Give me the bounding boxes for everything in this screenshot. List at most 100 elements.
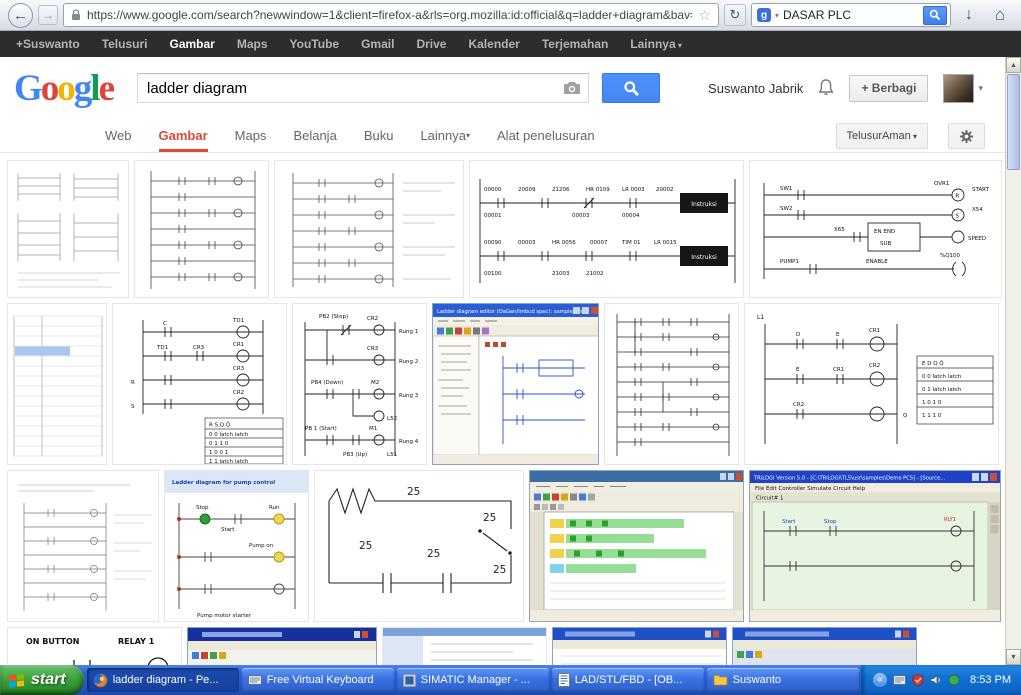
safesearch-button[interactable]: TelusurAman	[835, 123, 928, 149]
diagram-label: CR2	[233, 390, 244, 396]
diagram-label: 25	[493, 564, 506, 576]
gbar-item-kalender[interactable]: Kalender	[468, 37, 519, 51]
diagram-label: L1	[757, 314, 764, 321]
scroll-up-button[interactable]	[1006, 57, 1021, 73]
image-result[interactable]: C TD1 TD1 CR3 CR1 R CR3 S CR2 R S Q Q̄ 0…	[112, 303, 287, 465]
diagram-label: CR3	[233, 366, 245, 372]
gbar-item-telusuri[interactable]: Telusuri	[102, 37, 148, 51]
thumbnail-art	[553, 628, 726, 667]
image-result[interactable]: Ladder diagram for pump control Stop Run…	[164, 470, 309, 622]
image-result[interactable]: SW1 SW2 OVR1 START R X54 S EN END SUB X6…	[749, 160, 1002, 298]
bookmark-star-icon[interactable]	[698, 8, 711, 22]
task-firefox[interactable]: ladder diagram - Pe...	[86, 668, 239, 692]
image-result[interactable]: 25 25 25 25 25	[314, 470, 524, 622]
results-row-3: Ladder diagram for pump control Stop Run…	[7, 470, 1005, 622]
downloads-button[interactable]	[956, 2, 982, 28]
diagram-label: Instruksi	[691, 201, 717, 208]
browser-search-value[interactable]: DASAR PLC	[783, 8, 919, 22]
forward-button[interactable]	[38, 5, 58, 25]
image-result[interactable]: ON BUTTON RELAY 1	[7, 627, 182, 667]
image-result[interactable]	[274, 160, 464, 298]
antivirus-tray-icon[interactable]	[912, 674, 924, 686]
image-result[interactable]	[529, 470, 744, 622]
diagram-label: CR2	[793, 402, 804, 408]
diagram-label: CR3	[193, 345, 205, 351]
settings-button[interactable]	[948, 123, 985, 149]
keyboard-tray-icon[interactable]	[893, 675, 907, 685]
tab-web[interactable]: Web	[105, 119, 132, 152]
task-simatic-manager[interactable]: SIMATIC Manager - ...	[396, 668, 549, 692]
scroll-down-button[interactable]	[1006, 649, 1021, 665]
results-row-1: Instruksi Instruksi 00000 20009 21206 HR…	[7, 160, 1005, 298]
image-result[interactable]: Instruksi Instruksi 00000 20009 21206 HR…	[469, 160, 744, 298]
diagram-label: PB 1 (Start)	[305, 426, 337, 432]
home-button[interactable]	[987, 2, 1013, 28]
diagram-table-row: 1 0 0 1	[209, 450, 228, 456]
diagram-label: E	[836, 332, 840, 338]
notifications-bell-icon[interactable]	[818, 79, 835, 97]
gbar-item-terjemahan[interactable]: Terjemahan	[542, 37, 608, 51]
volume-tray-icon[interactable]	[930, 674, 942, 686]
image-result[interactable]: PB2 (Stop) CR2 CR3 PB4 (Down) M2 L52 PB …	[292, 303, 427, 465]
browser-search-box[interactable]: DASAR PLC	[751, 3, 951, 27]
gbar-item-lainnya[interactable]: Lainnya	[630, 37, 682, 51]
gbar-item-maps[interactable]: Maps	[237, 37, 268, 51]
google-logo[interactable]: Google	[14, 67, 115, 109]
image-result[interactable]	[732, 627, 917, 667]
diagram-label: M2	[371, 380, 379, 386]
share-button[interactable]: + Berbagi	[849, 74, 929, 102]
tab-lainnya[interactable]: Lainnya	[420, 119, 470, 152]
tab-alat-penelusuran[interactable]: Alat penelusuran	[497, 119, 595, 152]
tab-buku[interactable]: Buku	[364, 119, 394, 152]
diagram-label: Start	[782, 519, 796, 525]
task-lad-stl-fbd[interactable]: LAD/STL/FBD - [OB...	[551, 668, 704, 692]
image-result[interactable]	[382, 627, 547, 667]
search-input[interactable]	[137, 73, 589, 103]
tab-gambar[interactable]: Gambar	[158, 119, 208, 152]
image-result[interactable]	[7, 470, 159, 622]
thumbnail-art	[17, 173, 120, 288]
avatar[interactable]	[943, 73, 975, 103]
gbar-item-plus-suswanto[interactable]: +Suswanto	[16, 37, 80, 51]
image-result[interactable]	[552, 627, 727, 667]
image-result[interactable]	[134, 160, 269, 298]
gbar-item-gmail[interactable]: Gmail	[361, 37, 394, 51]
search-button[interactable]	[602, 73, 660, 103]
magnifier-icon	[929, 9, 941, 21]
tab-belanja[interactable]: Belanja	[293, 119, 336, 152]
image-result[interactable]	[7, 160, 129, 298]
user-name[interactable]: Suswanto Jabrik	[708, 81, 803, 96]
tab-maps[interactable]: Maps	[235, 119, 267, 152]
thumbnail-art	[383, 628, 546, 666]
task-virtual-keyboard[interactable]: Free Virtual Keyboard	[241, 668, 394, 692]
document-icon	[557, 673, 570, 687]
image-result[interactable]: L1 D E CR1 E CR1 CR2 CR2 Q E D Q Q̄ 0 0 …	[744, 303, 999, 465]
url-text[interactable]: https://www.google.com/search?newwindow=…	[87, 8, 692, 22]
image-result[interactable]	[187, 627, 377, 667]
search-go-button[interactable]	[923, 5, 947, 25]
image-result[interactable]	[604, 303, 739, 465]
camera-icon[interactable]	[564, 82, 580, 94]
diagram-label: Instruksi	[691, 254, 717, 261]
gbar-item-drive[interactable]: Drive	[416, 37, 446, 51]
gbar-item-youtube[interactable]: YouTube	[290, 37, 340, 51]
diagram-label: X65	[834, 227, 845, 233]
diagram-label: PB3 (Up)	[343, 452, 367, 458]
task-suswanto-folder[interactable]: Suswanto	[706, 668, 859, 692]
status-tray-icon[interactable]	[948, 674, 960, 686]
gbar-item-gambar[interactable]: Gambar	[169, 37, 214, 51]
scrollbar-thumb[interactable]	[1007, 74, 1020, 170]
image-result[interactable]: TRiLOGI Version 5.0 - [C:\TRiLOGI\TL5\us…	[749, 470, 1001, 622]
back-button[interactable]	[8, 2, 33, 28]
image-result[interactable]	[7, 303, 107, 465]
address-bar[interactable]: https://www.google.com/search?newwindow=…	[63, 3, 719, 27]
logo-letter: l	[90, 67, 100, 109]
reload-button[interactable]	[724, 4, 746, 26]
page-scrollbar[interactable]	[1005, 57, 1021, 665]
account-menu[interactable]	[943, 73, 983, 103]
image-result[interactable]: Ladder diagram editor (DaGen/Imbud spec)…	[432, 303, 599, 465]
start-button[interactable]: start	[0, 665, 84, 695]
collapse-tray-icon[interactable]	[873, 673, 888, 687]
thumbnail-art	[13, 315, 103, 457]
engine-dropdown-icon[interactable]	[775, 11, 779, 20]
